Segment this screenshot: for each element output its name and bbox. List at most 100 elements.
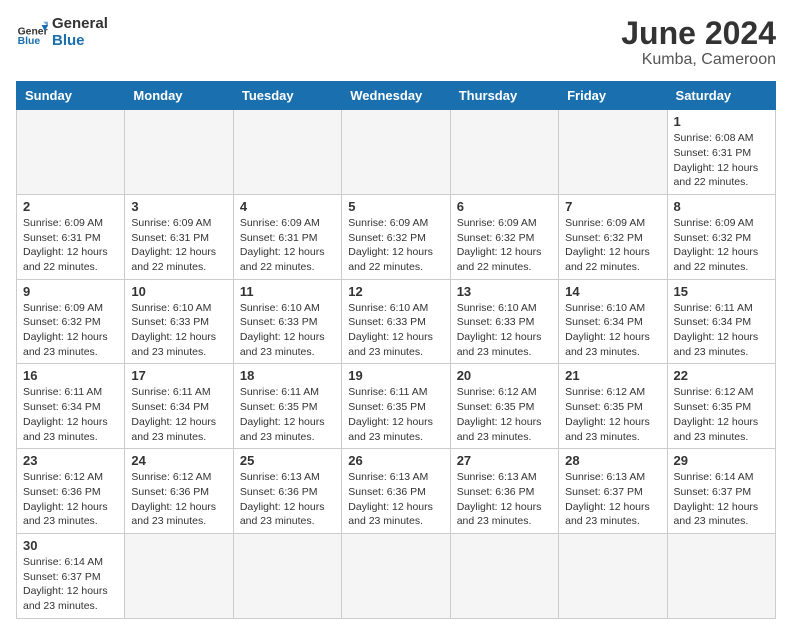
calendar-cell <box>125 533 233 618</box>
calendar-week-row: 16 Sunrise: 6:11 AM Sunset: 6:34 PM Dayli… <box>17 364 776 449</box>
logo: General Blue General Blue <box>16 16 108 49</box>
calendar-cell: 13Sunrise: 6:10 AM Sunset: 6:33 PM Dayli… <box>450 279 558 364</box>
day-number: 1 <box>674 114 769 129</box>
calendar-week-row: 23 Sunrise: 6:12 AM Sunset: 6:36 PM Dayli… <box>17 449 776 534</box>
day-info: Sunrise: 6:11 AM Sunset: 6:35 PM Dayligh… <box>348 385 443 444</box>
day-info: Sunrise: 6:12 AM Sunset: 6:35 PM Dayligh… <box>457 385 552 444</box>
day-number: 14 <box>565 284 660 299</box>
calendar-header-row: SundayMondayTuesdayWednesdayThursdayFrid… <box>17 82 776 110</box>
header: General Blue General Blue June 2024 Kumb… <box>16 16 776 69</box>
day-info: Sunrise: 6:14 AM Sunset: 6:37 PM Dayligh… <box>23 555 118 614</box>
calendar-cell: 10Sunrise: 6:10 AM Sunset: 6:33 PM Dayli… <box>125 279 233 364</box>
logo-general-text: General <box>52 16 108 33</box>
weekday-header: Monday <box>125 82 233 110</box>
day-info: Sunrise: 6:12 AM Sunset: 6:36 PM Dayligh… <box>131 470 226 529</box>
svg-text:Blue: Blue <box>18 36 41 47</box>
calendar-cell: 16 Sunrise: 6:11 AM Sunset: 6:34 PM Dayli… <box>17 364 125 449</box>
calendar-cell <box>342 533 450 618</box>
day-info: Sunrise: 6:10 AM Sunset: 6:33 PM Dayligh… <box>457 301 552 360</box>
day-number: 26 <box>348 453 443 468</box>
page-subtitle: Kumba, Cameroon <box>621 51 776 69</box>
calendar-cell: 30 Sunrise: 6:14 AM Sunset: 6:37 PM Dayli… <box>17 533 125 618</box>
calendar-cell: 9 Sunrise: 6:09 AM Sunset: 6:32 PM Daylig… <box>17 279 125 364</box>
calendar-week-row: 30 Sunrise: 6:14 AM Sunset: 6:37 PM Dayli… <box>17 533 776 618</box>
page-title: June 2024 <box>621 16 776 51</box>
day-info: Sunrise: 6:13 AM Sunset: 6:37 PM Dayligh… <box>565 470 660 529</box>
day-number: 21 <box>565 368 660 383</box>
day-number: 30 <box>23 538 118 553</box>
day-number: 23 <box>23 453 118 468</box>
calendar-cell: 27 Sunrise: 6:13 AM Sunset: 6:36 PM Dayli… <box>450 449 558 534</box>
day-number: 9 <box>23 284 118 299</box>
calendar-cell: 20 Sunrise: 6:12 AM Sunset: 6:35 PM Dayli… <box>450 364 558 449</box>
day-number: 2 <box>23 199 118 214</box>
calendar-week-row: 2 Sunrise: 6:09 AM Sunset: 6:31 PM Daylig… <box>17 194 776 279</box>
day-info: Sunrise: 6:11 AM Sunset: 6:34 PM Dayligh… <box>131 385 226 444</box>
day-info: Sunrise: 6:12 AM Sunset: 6:36 PM Dayligh… <box>23 470 118 529</box>
day-info: Sunrise: 6:13 AM Sunset: 6:36 PM Dayligh… <box>240 470 335 529</box>
day-info: Sunrise: 6:11 AM Sunset: 6:34 PM Dayligh… <box>674 301 769 360</box>
day-info: Sunrise: 6:10 AM Sunset: 6:33 PM Dayligh… <box>240 301 335 360</box>
day-number: 18 <box>240 368 335 383</box>
day-number: 5 <box>348 199 443 214</box>
day-info: Sunrise: 6:09 AM Sunset: 6:31 PM Dayligh… <box>240 216 335 275</box>
calendar-cell <box>559 533 667 618</box>
calendar-cell <box>450 533 558 618</box>
calendar-cell <box>125 110 233 195</box>
calendar-week-row: 1Sunrise: 6:08 AM Sunset: 6:31 PM Daylig… <box>17 110 776 195</box>
day-info: Sunrise: 6:09 AM Sunset: 6:31 PM Dayligh… <box>131 216 226 275</box>
day-number: 27 <box>457 453 552 468</box>
day-info: Sunrise: 6:10 AM Sunset: 6:33 PM Dayligh… <box>348 301 443 360</box>
day-number: 4 <box>240 199 335 214</box>
calendar-cell <box>233 533 341 618</box>
day-info: Sunrise: 6:11 AM Sunset: 6:35 PM Dayligh… <box>240 385 335 444</box>
day-info: Sunrise: 6:11 AM Sunset: 6:34 PM Dayligh… <box>23 385 118 444</box>
day-info: Sunrise: 6:09 AM Sunset: 6:32 PM Dayligh… <box>23 301 118 360</box>
calendar-cell: 8Sunrise: 6:09 AM Sunset: 6:32 PM Daylig… <box>667 194 775 279</box>
calendar-cell: 29Sunrise: 6:14 AM Sunset: 6:37 PM Dayli… <box>667 449 775 534</box>
calendar-cell: 6 Sunrise: 6:09 AM Sunset: 6:32 PM Daylig… <box>450 194 558 279</box>
weekday-header: Wednesday <box>342 82 450 110</box>
calendar-cell <box>450 110 558 195</box>
calendar-cell: 1Sunrise: 6:08 AM Sunset: 6:31 PM Daylig… <box>667 110 775 195</box>
day-number: 20 <box>457 368 552 383</box>
day-number: 15 <box>674 284 769 299</box>
calendar-cell: 22 Sunrise: 6:12 AM Sunset: 6:35 PM Dayli… <box>667 364 775 449</box>
calendar-cell: 2 Sunrise: 6:09 AM Sunset: 6:31 PM Daylig… <box>17 194 125 279</box>
calendar-cell: 15 Sunrise: 6:11 AM Sunset: 6:34 PM Dayli… <box>667 279 775 364</box>
calendar-cell <box>342 110 450 195</box>
day-number: 19 <box>348 368 443 383</box>
calendar-cell: 17 Sunrise: 6:11 AM Sunset: 6:34 PM Dayli… <box>125 364 233 449</box>
day-info: Sunrise: 6:09 AM Sunset: 6:32 PM Dayligh… <box>674 216 769 275</box>
day-number: 6 <box>457 199 552 214</box>
calendar-cell <box>233 110 341 195</box>
weekday-header: Thursday <box>450 82 558 110</box>
calendar-cell: 25Sunrise: 6:13 AM Sunset: 6:36 PM Dayli… <box>233 449 341 534</box>
day-info: Sunrise: 6:09 AM Sunset: 6:32 PM Dayligh… <box>457 216 552 275</box>
day-info: Sunrise: 6:12 AM Sunset: 6:35 PM Dayligh… <box>674 385 769 444</box>
day-info: Sunrise: 6:09 AM Sunset: 6:31 PM Dayligh… <box>23 216 118 275</box>
calendar-cell: 18 Sunrise: 6:11 AM Sunset: 6:35 PM Dayli… <box>233 364 341 449</box>
day-number: 17 <box>131 368 226 383</box>
calendar-cell <box>667 533 775 618</box>
day-number: 16 <box>23 368 118 383</box>
calendar-cell: 28 Sunrise: 6:13 AM Sunset: 6:37 PM Dayli… <box>559 449 667 534</box>
day-info: Sunrise: 6:12 AM Sunset: 6:35 PM Dayligh… <box>565 385 660 444</box>
calendar-table: SundayMondayTuesdayWednesdayThursdayFrid… <box>16 81 776 619</box>
day-info: Sunrise: 6:10 AM Sunset: 6:34 PM Dayligh… <box>565 301 660 360</box>
calendar-cell: 5Sunrise: 6:09 AM Sunset: 6:32 PM Daylig… <box>342 194 450 279</box>
day-number: 28 <box>565 453 660 468</box>
day-info: Sunrise: 6:13 AM Sunset: 6:36 PM Dayligh… <box>457 470 552 529</box>
weekday-header: Sunday <box>17 82 125 110</box>
day-number: 22 <box>674 368 769 383</box>
day-info: Sunrise: 6:14 AM Sunset: 6:37 PM Dayligh… <box>674 470 769 529</box>
day-number: 7 <box>565 199 660 214</box>
weekday-header: Saturday <box>667 82 775 110</box>
day-number: 3 <box>131 199 226 214</box>
logo-blue-text: Blue <box>52 33 108 50</box>
day-number: 12 <box>348 284 443 299</box>
day-info: Sunrise: 6:13 AM Sunset: 6:36 PM Dayligh… <box>348 470 443 529</box>
title-area: June 2024 Kumba, Cameroon <box>621 16 776 69</box>
day-info: Sunrise: 6:09 AM Sunset: 6:32 PM Dayligh… <box>565 216 660 275</box>
day-number: 10 <box>131 284 226 299</box>
